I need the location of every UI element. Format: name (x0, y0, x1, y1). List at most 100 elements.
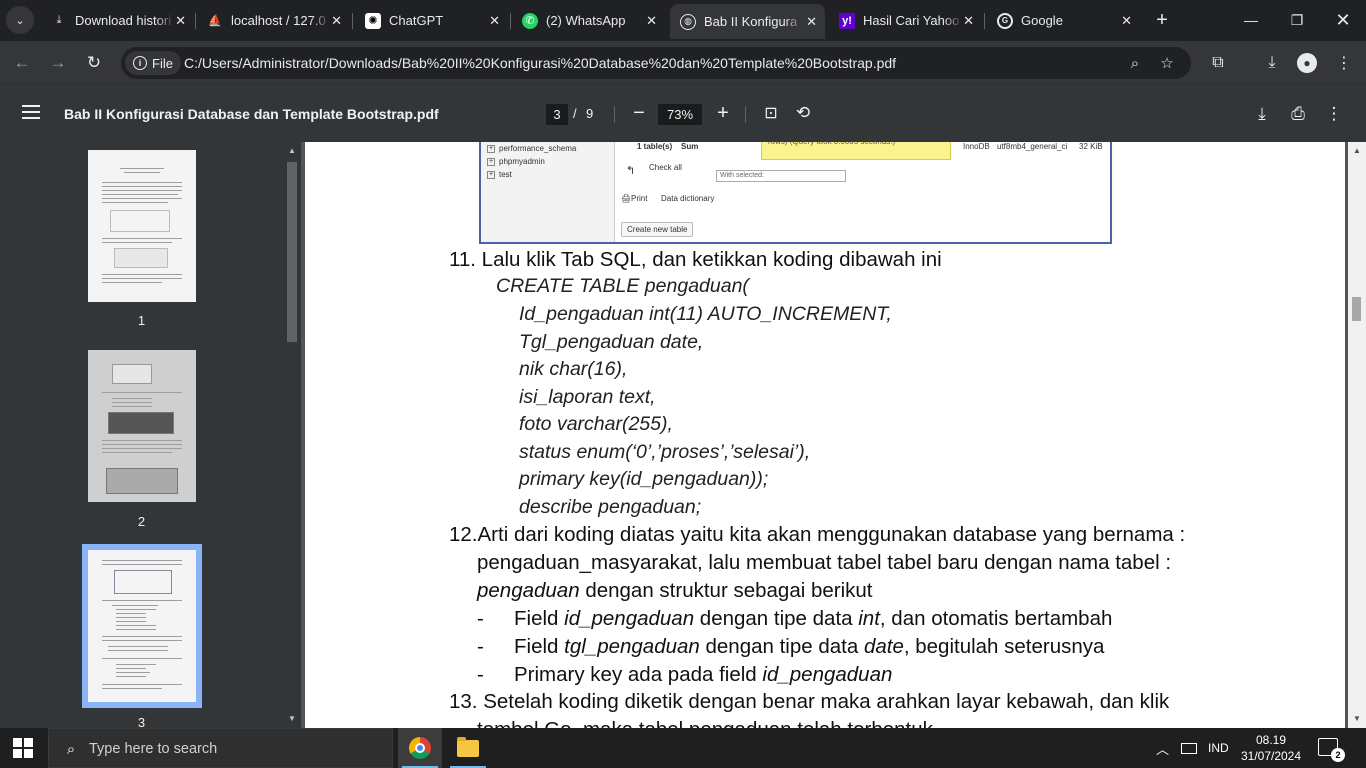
taskbar-search[interactable]: ⌕ Type here to search (48, 728, 393, 768)
zoom-in-icon[interactable]: + (712, 102, 734, 124)
print-icon[interactable]: ⎙ (1287, 103, 1309, 125)
sidebar-scrollbar[interactable]: ▲ ▼ (283, 142, 301, 728)
close-tab-icon[interactable]: ✕ (963, 13, 974, 29)
step-13: 13. Setelah koding diketik dengan benar … (449, 690, 1170, 713)
clock-date: 31/07/2024 (1240, 749, 1302, 763)
minimize-button[interactable]: — (1228, 0, 1274, 40)
extensions-icon[interactable]: ⧉ (1206, 51, 1230, 75)
new-tab-button[interactable]: + (1150, 8, 1174, 32)
downloads-icon[interactable]: ⤓ (1260, 51, 1284, 75)
step-12-line-1: 12.Arti dari koding diatas yaitu kita ak… (449, 523, 1186, 546)
close-window-button[interactable]: ✕ (1320, 0, 1366, 40)
scroll-up-arrow-icon[interactable]: ▲ (1353, 146, 1361, 155)
tab-label: ChatGPT (389, 13, 444, 28)
tab-google[interactable]: G Google ✕ (987, 6, 1140, 35)
zoom-input[interactable]: 73% (658, 104, 702, 125)
restore-button[interactable]: ❐ (1274, 0, 1320, 40)
tab-whatsapp[interactable]: ✆ (2) WhatsApp ✕ (512, 6, 665, 35)
rotate-icon[interactable]: ⟲ (792, 102, 814, 124)
check-all-label: Check all (649, 163, 682, 172)
data-dictionary-link: Data dictionary (661, 194, 715, 203)
notification-icon[interactable]: 2 (1318, 738, 1345, 762)
fit-page-icon[interactable]: ⊡ (760, 102, 782, 124)
site-info-chip[interactable]: i File (125, 51, 181, 75)
thumbnail-page-2[interactable] (88, 350, 196, 502)
zoom-out-icon[interactable]: − (628, 102, 650, 124)
print-icon: 🖨 (621, 194, 632, 203)
reload-button[interactable]: ↻ (80, 49, 108, 77)
step-13-continued: tombol Go, maka tabel pengaduan telah te… (477, 718, 933, 728)
create-table-button: Create new table (621, 222, 694, 237)
thumbnail-page-1[interactable] (88, 150, 196, 302)
clock[interactable]: 08.19 31/07/2024 (1238, 732, 1304, 764)
sidebar-menu-icon[interactable] (22, 105, 40, 119)
tab-pdf-active[interactable]: ◍ Bab II Konfigura ✕ (670, 4, 825, 39)
code-line: isi_laporan text, (519, 386, 656, 408)
close-tab-icon[interactable]: ✕ (646, 13, 657, 29)
code-line: CREATE TABLE pengaduan( (496, 275, 749, 297)
tab-label: Download histori (75, 13, 172, 28)
tab-yahoo[interactable]: y! Hasil Cari Yahoo ✕ (829, 6, 982, 35)
browser-toolbar: ← → ↻ i File C:/Users/Administrator/Down… (0, 41, 1366, 85)
chevron-up-icon[interactable]: ︿ (1156, 728, 1169, 768)
viewer-scroll-thumb[interactable] (1352, 297, 1361, 321)
sidebar-scroll-thumb[interactable] (287, 162, 297, 342)
menu-icon[interactable]: ⋮ (1332, 51, 1356, 75)
tables-count: 1 table(s) (637, 142, 673, 151)
url-text[interactable]: C:/Users/Administrator/Downloads/Bab%20I… (184, 55, 896, 71)
thumbnail-label: 1 (137, 313, 146, 328)
address-bar[interactable]: i File C:/Users/Administrator/Downloads/… (121, 47, 1191, 79)
tree-item: test (499, 170, 512, 179)
scroll-down-arrow-icon[interactable]: ▼ (1353, 714, 1361, 723)
thumbnail-sidebar: 1 2 3 (0, 142, 283, 728)
more-actions-icon[interactable]: ⋮ (1323, 103, 1345, 125)
step-11: 11. Lalu klik Tab SQL, dan ketikkan kodi… (449, 248, 942, 271)
close-tab-icon[interactable]: ✕ (806, 14, 817, 30)
search-icon: ⌕ (66, 740, 76, 758)
tab-label: Hasil Cari Yahoo (863, 13, 960, 28)
profile-icon[interactable]: ● (1295, 51, 1319, 75)
tab-label: Bab II Konfigura (704, 14, 798, 29)
tab-chatgpt[interactable]: ✺ ChatGPT ✕ (355, 6, 508, 35)
globe-icon: ◍ (680, 13, 696, 30)
pdf-viewer: +masyarakat +performance_schema +phpmyad… (301, 142, 1348, 728)
language-indicator[interactable]: IND (1208, 728, 1229, 768)
back-button[interactable]: ← (8, 49, 36, 77)
arrow-icon: ↰ (626, 165, 636, 177)
forward-button[interactable]: → (44, 49, 72, 77)
notification-count: 2 (1331, 748, 1345, 762)
windows-start-icon[interactable] (13, 738, 33, 758)
taskbar-file-explorer[interactable] (446, 728, 490, 768)
with-selected-dropdown: With selected: (716, 170, 846, 182)
tab-phpmyadmin[interactable]: ⛵ localhost / 127.0 ✕ (197, 6, 350, 35)
bullet-dash: - (477, 607, 484, 630)
yahoo-icon: y! (839, 12, 855, 29)
database-tree: +masyarakat +performance_schema +phpmyad… (481, 142, 615, 242)
close-tab-icon[interactable]: ✕ (175, 13, 186, 29)
close-tab-icon[interactable]: ✕ (1121, 13, 1132, 29)
code-line: nik char(16), (519, 358, 628, 380)
thumbnail-page-3[interactable] (82, 544, 202, 708)
code-line: Id_pengaduan int(11) AUTO_INCREMENT, (519, 303, 892, 325)
page-total: 9 (586, 106, 594, 121)
info-icon: i (133, 56, 147, 70)
step-12-line-2: pengaduan_masyarakat, lalu membuat tabel… (477, 551, 1172, 574)
tab-search-button[interactable]: ⌄ (6, 6, 34, 34)
tab-download-history[interactable]: ⤓ Download histori ✕ (41, 6, 194, 35)
close-tab-icon[interactable]: ✕ (489, 13, 500, 29)
zoom-icon[interactable]: ⌕ (1125, 53, 1145, 73)
close-tab-icon[interactable]: ✕ (331, 13, 342, 29)
bookmark-star-icon[interactable]: ☆ (1157, 53, 1177, 73)
network-icon[interactable] (1181, 728, 1197, 768)
scroll-up-arrow-icon[interactable]: ▲ (288, 146, 296, 155)
page-separator: / (573, 106, 577, 121)
tab-label: localhost / 127.0 (231, 13, 326, 28)
engine-label: InnoDB (963, 142, 990, 151)
download-icon[interactable]: ⤓ (1251, 103, 1273, 125)
taskbar-chrome[interactable] (398, 728, 442, 768)
scroll-down-arrow-icon[interactable]: ▼ (288, 714, 296, 723)
page-number-input[interactable]: 3 (546, 104, 568, 125)
viewer-scrollbar[interactable]: ▲ ▼ (1348, 142, 1366, 728)
size-label: 32 KiB (1079, 142, 1103, 151)
chatgpt-icon: ✺ (365, 12, 381, 29)
